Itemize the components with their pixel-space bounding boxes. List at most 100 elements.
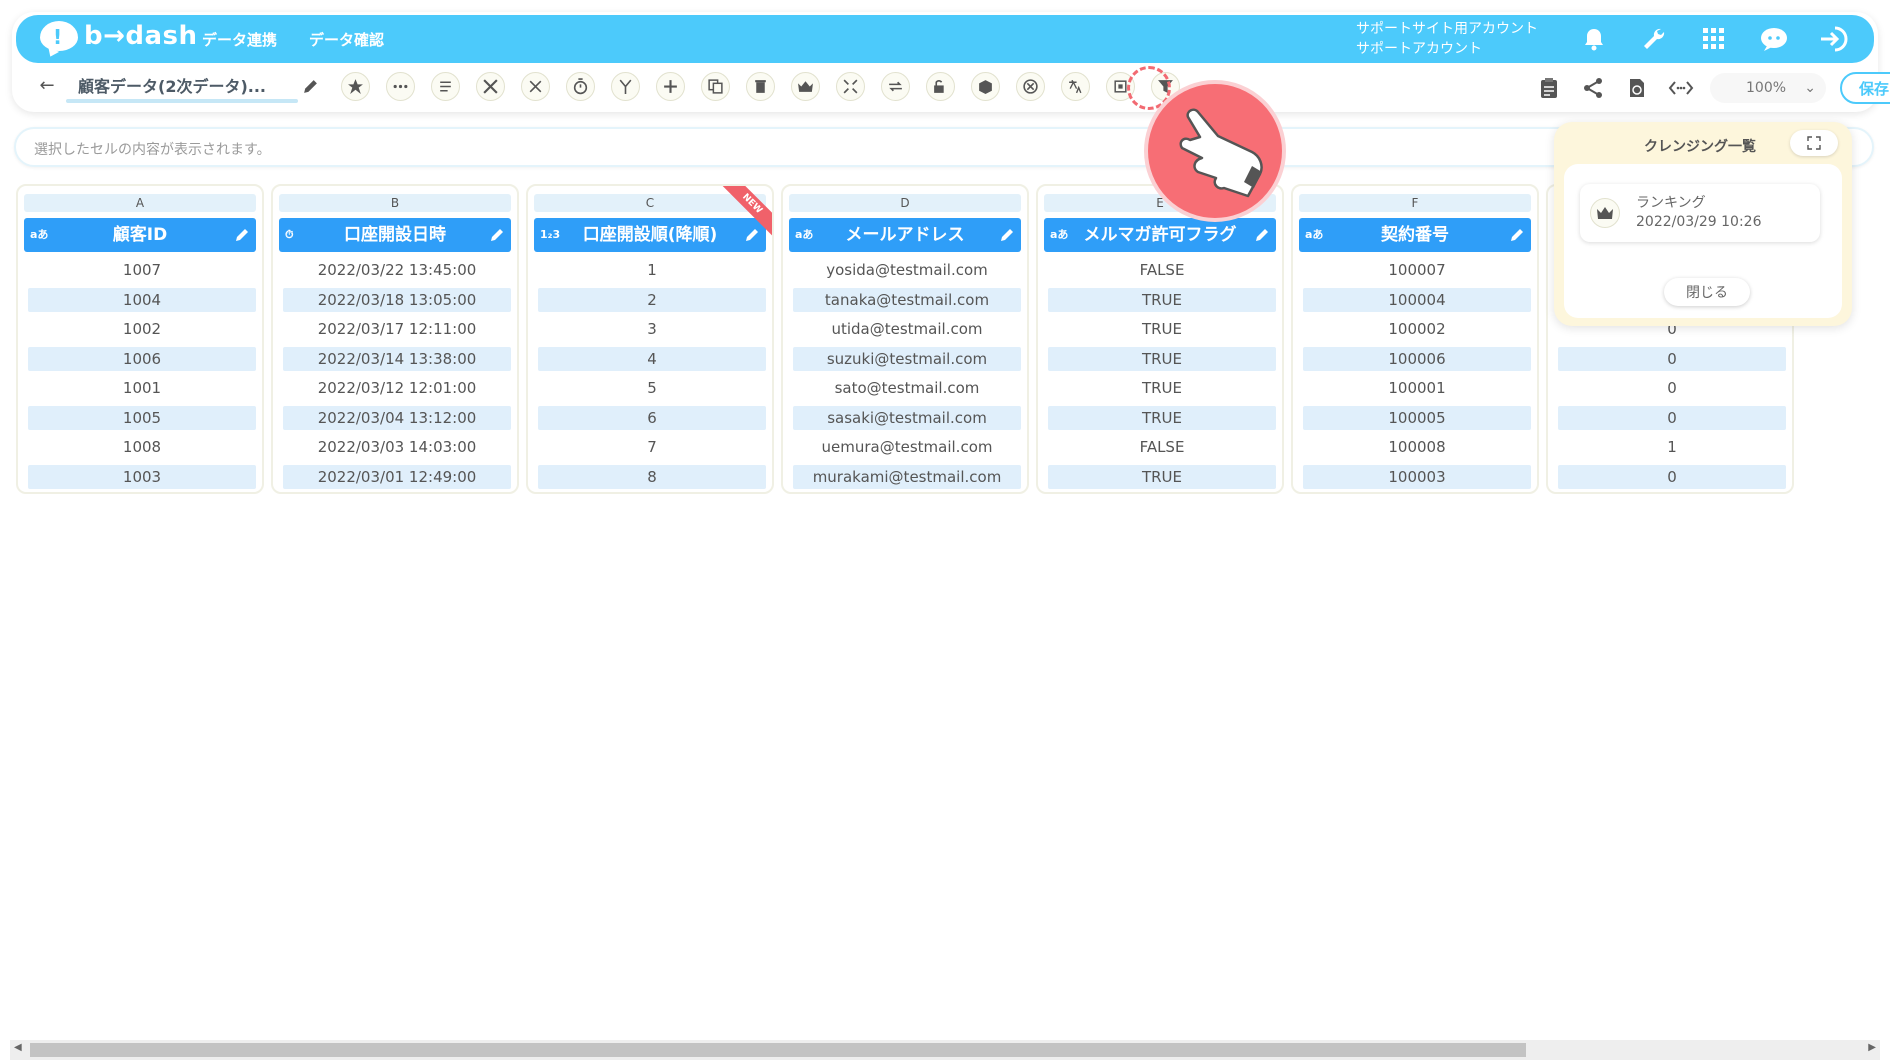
horizontal-scrollbar[interactable]: ◀ ▶ — [10, 1040, 1880, 1060]
scroll-thumb[interactable] — [30, 1043, 1526, 1057]
column-letter[interactable]: F — [1299, 194, 1531, 212]
edit-pen-icon[interactable] — [1254, 227, 1270, 243]
logout-icon[interactable] — [1818, 23, 1850, 55]
star-icon[interactable] — [341, 72, 370, 101]
nav-data-check[interactable]: データ確認 — [309, 29, 384, 50]
save-button[interactable]: 保存 — [1840, 72, 1890, 104]
table-cell[interactable]: TRUE — [1048, 317, 1276, 341]
table-cell[interactable]: 0 — [1558, 405, 1786, 430]
edit-pen-icon[interactable] — [489, 227, 505, 243]
table-cell[interactable]: 1001 — [28, 376, 256, 400]
cleansing-item[interactable]: ランキング 2022/03/29 10:26 — [1580, 184, 1820, 242]
table-cell[interactable]: TRUE — [1048, 464, 1276, 489]
more-icon[interactable] — [386, 72, 415, 101]
column-header[interactable]: 1₂3 口座開設順(降順) — [534, 218, 766, 252]
close-button[interactable]: 閉じる — [1664, 278, 1750, 306]
table-cell[interactable]: 2022/03/17 12:11:00 — [283, 317, 511, 341]
column-header[interactable]: ⏱ 口座開設日時 — [279, 218, 511, 252]
table-cell[interactable]: 1 — [1558, 435, 1786, 459]
column-header[interactable]: aあ 顧客ID — [24, 218, 256, 252]
edit-pen-icon[interactable] — [744, 227, 760, 243]
merge-icon[interactable] — [521, 72, 550, 101]
table-cell[interactable]: 2 — [538, 287, 766, 312]
refresh-icon[interactable] — [1622, 73, 1652, 103]
table-cell[interactable]: TRUE — [1048, 287, 1276, 312]
table-cell[interactable]: 6 — [538, 405, 766, 430]
crown-icon[interactable] — [791, 72, 820, 101]
table-cell[interactable]: 4 — [538, 346, 766, 371]
lock-edit-icon[interactable] — [926, 72, 955, 101]
table-cell[interactable]: 100001 — [1303, 376, 1531, 400]
table-cell[interactable]: FALSE — [1048, 435, 1276, 459]
clipboard-icon[interactable] — [1534, 73, 1564, 103]
table-cell[interactable]: 1007 — [28, 258, 256, 282]
table-cell[interactable]: 7 — [538, 435, 766, 459]
table-cell[interactable]: 1008 — [28, 435, 256, 459]
scroll-left-icon[interactable]: ◀ — [14, 1042, 22, 1053]
table-cell[interactable]: 100007 — [1303, 258, 1531, 282]
table-cell[interactable]: 2022/03/12 12:01:00 — [283, 376, 511, 400]
edit-pen-icon[interactable] — [234, 227, 250, 243]
trash-icon[interactable] — [746, 72, 775, 101]
table-cell[interactable]: 100004 — [1303, 287, 1531, 312]
table-cell[interactable]: murakami@testmail.com — [793, 464, 1021, 489]
table-cell[interactable]: tanaka@testmail.com — [793, 287, 1021, 312]
tools-icon[interactable] — [476, 72, 505, 101]
table-cell[interactable]: 8 — [538, 464, 766, 489]
add-icon[interactable] — [656, 72, 685, 101]
file-title[interactable]: 顧客データ(2次データ)... — [78, 73, 266, 97]
table-cell[interactable]: 0 — [1558, 464, 1786, 489]
table-cell[interactable]: 1004 — [28, 287, 256, 312]
timer-icon[interactable] — [566, 72, 595, 101]
table-cell[interactable]: 100003 — [1303, 464, 1531, 489]
table-cell[interactable]: sato@testmail.com — [793, 376, 1021, 400]
table-cell[interactable]: 1005 — [28, 405, 256, 430]
table-cell[interactable]: utida@testmail.com — [793, 317, 1021, 341]
zoom-select[interactable]: 100% ⌄ — [1710, 73, 1826, 103]
table-cell[interactable]: sasaki@testmail.com — [793, 405, 1021, 430]
column-header[interactable]: aあ 契約番号 — [1299, 218, 1531, 252]
chat-icon[interactable] — [1758, 23, 1790, 55]
wrench-icon[interactable] — [1638, 23, 1670, 55]
account-info[interactable]: サポートサイト用アカウント サポートアカウント — [1356, 19, 1538, 59]
column-letter[interactable]: B — [279, 194, 511, 212]
bell-icon[interactable] — [1578, 23, 1610, 55]
table-cell[interactable]: TRUE — [1048, 346, 1276, 371]
table-cell[interactable]: TRUE — [1048, 405, 1276, 430]
table-cell[interactable]: 0 — [1558, 376, 1786, 400]
box-icon[interactable] — [971, 72, 1000, 101]
table-cell[interactable]: 1002 — [28, 317, 256, 341]
table-cell[interactable]: 0 — [1558, 346, 1786, 371]
table-cell[interactable]: 2022/03/03 14:03:00 — [283, 435, 511, 459]
table-cell[interactable]: 1006 — [28, 346, 256, 371]
table-cell[interactable]: 2022/03/18 13:05:00 — [283, 287, 511, 312]
table-cell[interactable]: 3 — [538, 317, 766, 341]
expand-icon[interactable] — [1790, 130, 1838, 156]
table-cell[interactable]: 100008 — [1303, 435, 1531, 459]
rename-pen-icon[interactable] — [296, 72, 325, 101]
text-lines-icon[interactable] — [431, 72, 460, 101]
repeat-icon[interactable] — [881, 72, 910, 101]
edit-pen-icon[interactable] — [999, 227, 1015, 243]
scroll-right-icon[interactable]: ▶ — [1868, 1042, 1876, 1053]
table-cell[interactable]: 2022/03/04 13:12:00 — [283, 405, 511, 430]
table-cell[interactable]: FALSE — [1048, 258, 1276, 282]
column-letter[interactable]: D — [789, 194, 1021, 212]
code-icon[interactable] — [1666, 73, 1696, 103]
apps-grid-icon[interactable] — [1698, 23, 1730, 55]
table-cell[interactable]: uemura@testmail.com — [793, 435, 1021, 459]
table-cell[interactable]: suzuki@testmail.com — [793, 346, 1021, 371]
table-cell[interactable]: 2022/03/14 13:38:00 — [283, 346, 511, 371]
share-icon[interactable] — [1578, 73, 1608, 103]
copy-icon[interactable] — [701, 72, 730, 101]
logo[interactable]: ! b→dash — [40, 21, 198, 51]
split-icon[interactable] — [611, 72, 640, 101]
column-header[interactable]: aあ メルマガ許可フラグ — [1044, 218, 1276, 252]
table-cell[interactable]: 2022/03/01 12:49:00 — [283, 464, 511, 489]
column-letter[interactable]: C — [534, 194, 766, 212]
edit-pen-icon[interactable] — [1509, 227, 1525, 243]
translate-icon[interactable] — [1061, 72, 1090, 101]
table-cell[interactable]: TRUE — [1048, 376, 1276, 400]
cancel-icon[interactable] — [1016, 72, 1045, 101]
collapse-icon[interactable] — [836, 72, 865, 101]
